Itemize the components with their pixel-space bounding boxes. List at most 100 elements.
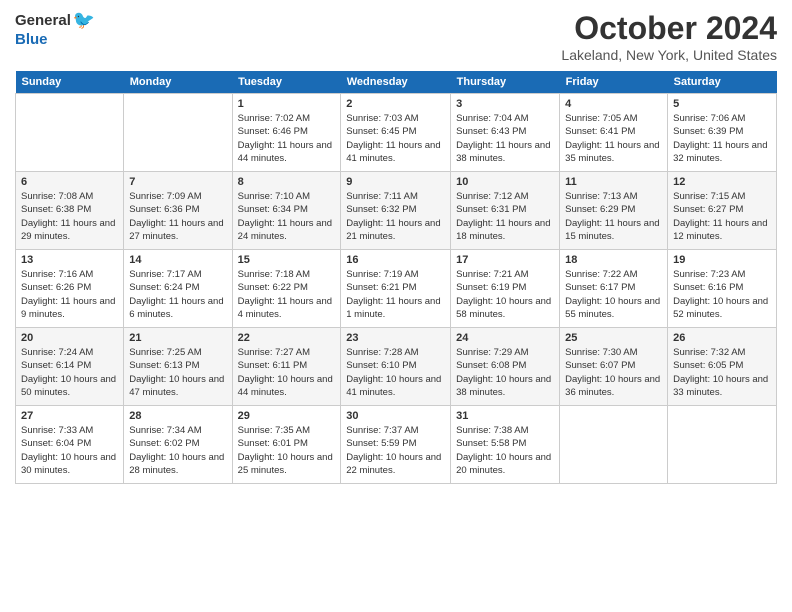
calendar-cell	[668, 406, 777, 484]
day-number: 28	[129, 410, 226, 422]
calendar-cell: 19Sunrise: 7:23 AMSunset: 6:16 PMDayligh…	[668, 250, 777, 328]
calendar-cell: 14 Sunrise: 7:17 AMSunset: 6:24 PMDayligh…	[124, 250, 232, 328]
day-info: Sunrise: 7:11 AMSunset: 6:32 PMDaylight:…	[346, 190, 445, 243]
day-info: Sunrise: 7:09 AMSunset: 6:36 PMDaylight:…	[129, 190, 226, 243]
header-thursday: Thursday	[451, 71, 560, 94]
day-info: Sunrise: 7:12 AMSunset: 6:31 PMDaylight:…	[456, 190, 554, 243]
day-info: Sunrise: 7:33 AMSunset: 6:04 PMDaylight:…	[21, 424, 118, 477]
header-tuesday: Tuesday	[232, 71, 341, 94]
logo-blue: Blue	[15, 31, 48, 48]
calendar-cell: 9 Sunrise: 7:11 AMSunset: 6:32 PMDaylight…	[341, 172, 451, 250]
day-number: 11	[565, 176, 662, 188]
calendar-cell: 1Sunrise: 7:02 AMSunset: 6:46 PMDaylight…	[232, 94, 341, 172]
day-info: Sunrise: 7:19 AMSunset: 6:21 PMDaylight:…	[346, 268, 445, 321]
header-area: General 🐦 Blue October 2024 Lakeland, Ne…	[15, 10, 777, 63]
calendar-cell: 18 Sunrise: 7:22 AMSunset: 6:17 PMDayligh…	[560, 250, 668, 328]
month-title: October 2024	[561, 10, 777, 47]
day-number: 26	[673, 332, 771, 344]
logo: General 🐦 Blue	[15, 10, 95, 48]
header-row: SundayMondayTuesdayWednesdayThursdayFrid…	[16, 71, 777, 94]
day-info: Sunrise: 7:35 AMSunset: 6:01 PMDaylight:…	[238, 424, 336, 477]
day-number: 19	[673, 254, 771, 266]
calendar-cell: 26 Sunrise: 7:32 AMSunset: 6:05 PMDayligh…	[668, 328, 777, 406]
day-number: 16	[346, 254, 445, 266]
calendar-cell: 10 Sunrise: 7:12 AMSunset: 6:31 PMDayligh…	[451, 172, 560, 250]
day-number: 24	[456, 332, 554, 344]
calendar-cell: 4Sunrise: 7:05 AMSunset: 6:41 PMDaylight…	[560, 94, 668, 172]
calendar-cell	[16, 94, 124, 172]
day-info: Sunrise: 7:29 AMSunset: 6:08 PMDaylight:…	[456, 346, 554, 399]
calendar-cell	[124, 94, 232, 172]
day-number: 2	[346, 98, 445, 110]
calendar-cell: 28 Sunrise: 7:34 AMSunset: 6:02 PMDayligh…	[124, 406, 232, 484]
week-row-3: 13 Sunrise: 7:16 AMSunset: 6:26 PMDayligh…	[16, 250, 777, 328]
calendar-cell: 12Sunrise: 7:15 AMSunset: 6:27 PMDayligh…	[668, 172, 777, 250]
day-info: Sunrise: 7:37 AMSunset: 5:59 PMDaylight:…	[346, 424, 445, 477]
calendar-cell: 29 Sunrise: 7:35 AMSunset: 6:01 PMDayligh…	[232, 406, 341, 484]
calendar-cell: 11Sunrise: 7:13 AMSunset: 6:29 PMDayligh…	[560, 172, 668, 250]
week-row-2: 6 Sunrise: 7:08 AMSunset: 6:38 PMDaylight…	[16, 172, 777, 250]
title-area: October 2024 Lakeland, New York, United …	[561, 10, 777, 63]
calendar-container: General 🐦 Blue October 2024 Lakeland, Ne…	[0, 0, 792, 494]
day-number: 18	[565, 254, 662, 266]
day-number: 6	[21, 176, 118, 188]
day-number: 29	[238, 410, 336, 422]
day-info: Sunrise: 7:27 AMSunset: 6:11 PMDaylight:…	[238, 346, 336, 399]
day-number: 27	[21, 410, 118, 422]
header-wednesday: Wednesday	[341, 71, 451, 94]
day-info: Sunrise: 7:05 AMSunset: 6:41 PMDaylight:…	[565, 112, 662, 165]
calendar-cell: 8Sunrise: 7:10 AMSunset: 6:34 PMDaylight…	[232, 172, 341, 250]
day-number: 9	[346, 176, 445, 188]
day-number: 14	[129, 254, 226, 266]
calendar-cell	[560, 406, 668, 484]
week-row-5: 27 Sunrise: 7:33 AMSunset: 6:04 PMDayligh…	[16, 406, 777, 484]
header-sunday: Sunday	[16, 71, 124, 94]
day-number: 23	[346, 332, 445, 344]
day-info: Sunrise: 7:30 AMSunset: 6:07 PMDaylight:…	[565, 346, 662, 399]
header-friday: Friday	[560, 71, 668, 94]
day-number: 10	[456, 176, 554, 188]
calendar-cell: 27 Sunrise: 7:33 AMSunset: 6:04 PMDayligh…	[16, 406, 124, 484]
calendar-cell: 16 Sunrise: 7:19 AMSunset: 6:21 PMDayligh…	[341, 250, 451, 328]
day-number: 21	[129, 332, 226, 344]
week-row-4: 20Sunrise: 7:24 AMSunset: 6:14 PMDayligh…	[16, 328, 777, 406]
day-info: Sunrise: 7:38 AMSunset: 5:58 PMDaylight:…	[456, 424, 554, 477]
calendar-cell: 21Sunrise: 7:25 AMSunset: 6:13 PMDayligh…	[124, 328, 232, 406]
calendar-cell: 5 Sunrise: 7:06 AMSunset: 6:39 PMDaylight…	[668, 94, 777, 172]
day-info: Sunrise: 7:08 AMSunset: 6:38 PMDaylight:…	[21, 190, 118, 243]
day-info: Sunrise: 7:24 AMSunset: 6:14 PMDaylight:…	[21, 346, 118, 399]
calendar-cell: 20Sunrise: 7:24 AMSunset: 6:14 PMDayligh…	[16, 328, 124, 406]
day-number: 31	[456, 410, 554, 422]
day-number: 1	[238, 98, 336, 110]
day-number: 30	[346, 410, 445, 422]
day-info: Sunrise: 7:28 AMSunset: 6:10 PMDaylight:…	[346, 346, 445, 399]
calendar-cell: 25 Sunrise: 7:30 AMSunset: 6:07 PMDayligh…	[560, 328, 668, 406]
calendar-cell: 7Sunrise: 7:09 AMSunset: 6:36 PMDaylight…	[124, 172, 232, 250]
day-info: Sunrise: 7:32 AMSunset: 6:05 PMDaylight:…	[673, 346, 771, 399]
day-info: Sunrise: 7:04 AMSunset: 6:43 PMDaylight:…	[456, 112, 554, 165]
day-info: Sunrise: 7:06 AMSunset: 6:39 PMDaylight:…	[673, 112, 771, 165]
header-monday: Monday	[124, 71, 232, 94]
day-info: Sunrise: 7:16 AMSunset: 6:26 PMDaylight:…	[21, 268, 118, 321]
calendar-cell: 31 Sunrise: 7:38 AMSunset: 5:58 PMDayligh…	[451, 406, 560, 484]
day-number: 3	[456, 98, 554, 110]
calendar-cell: 3 Sunrise: 7:04 AMSunset: 6:43 PMDaylight…	[451, 94, 560, 172]
day-info: Sunrise: 7:34 AMSunset: 6:02 PMDaylight:…	[129, 424, 226, 477]
day-info: Sunrise: 7:21 AMSunset: 6:19 PMDaylight:…	[456, 268, 554, 321]
day-number: 25	[565, 332, 662, 344]
calendar-cell: 22Sunrise: 7:27 AMSunset: 6:11 PMDayligh…	[232, 328, 341, 406]
day-number: 5	[673, 98, 771, 110]
day-number: 13	[21, 254, 118, 266]
calendar-cell: 6 Sunrise: 7:08 AMSunset: 6:38 PMDaylight…	[16, 172, 124, 250]
day-info: Sunrise: 7:03 AMSunset: 6:45 PMDaylight:…	[346, 112, 445, 165]
calendar-cell: 13 Sunrise: 7:16 AMSunset: 6:26 PMDayligh…	[16, 250, 124, 328]
day-info: Sunrise: 7:17 AMSunset: 6:24 PMDaylight:…	[129, 268, 226, 321]
header-saturday: Saturday	[668, 71, 777, 94]
day-number: 15	[238, 254, 336, 266]
day-info: Sunrise: 7:22 AMSunset: 6:17 PMDaylight:…	[565, 268, 662, 321]
calendar-cell: 15Sunrise: 7:18 AMSunset: 6:22 PMDayligh…	[232, 250, 341, 328]
week-row-1: 1Sunrise: 7:02 AMSunset: 6:46 PMDaylight…	[16, 94, 777, 172]
calendar-cell: 23 Sunrise: 7:28 AMSunset: 6:10 PMDayligh…	[341, 328, 451, 406]
calendar-cell: 30 Sunrise: 7:37 AMSunset: 5:59 PMDayligh…	[341, 406, 451, 484]
day-number: 8	[238, 176, 336, 188]
